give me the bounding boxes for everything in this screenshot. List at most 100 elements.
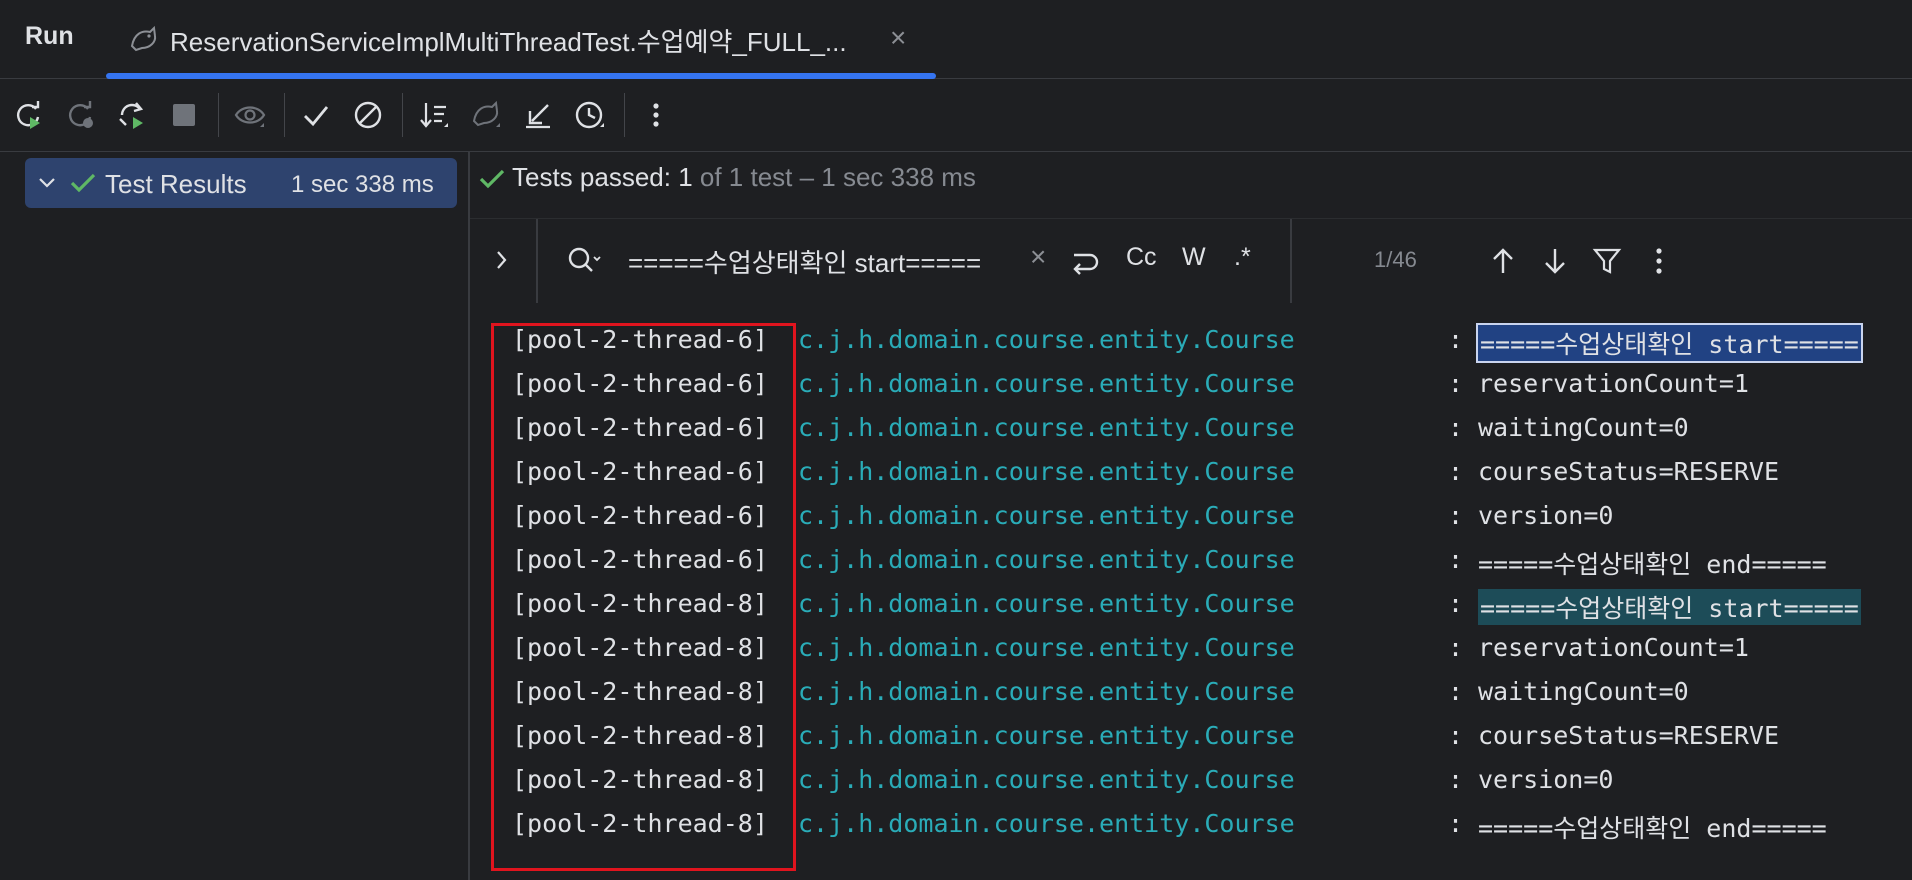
tree-item-label: Test Results — [105, 169, 247, 199]
log-separator: : — [1448, 545, 1464, 574]
collapse-icon[interactable] — [520, 97, 556, 133]
log-separator: : — [1448, 589, 1464, 618]
thread-name: [pool-2-thread-6] — [512, 413, 768, 442]
log-message: courseStatus=RESERVE — [1478, 721, 1780, 750]
logger-name: c.j.h.domain.course.entity.Course — [798, 633, 1295, 662]
new-line-match-icon[interactable] — [1068, 245, 1100, 282]
filter-icon[interactable] — [1592, 245, 1622, 282]
tree-item-test-results[interactable]: Test Results 1 sec 338 ms — [25, 158, 457, 208]
test-status-bar: Tests passed: 1 of 1 test – 1 sec 338 ms — [470, 152, 1912, 218]
run-tab-label: ReservationServiceImplMultiThreadTest.수업… — [170, 27, 847, 57]
log-message: waitingCount=0 — [1478, 677, 1689, 706]
thread-name: [pool-2-thread-8] — [512, 765, 768, 794]
thread-name: [pool-2-thread-8] — [512, 677, 768, 706]
console-line: [pool-2-thread-6] c.j.h.domain.course.ent… — [470, 407, 1912, 451]
log-separator: : — [1448, 765, 1464, 794]
console-line: [pool-2-thread-8] c.j.h.domain.course.ent… — [470, 583, 1912, 627]
logger-name: c.j.h.domain.course.entity.Course — [798, 325, 1295, 354]
search-divider — [1290, 219, 1292, 303]
logger-name: c.j.h.domain.course.entity.Course — [798, 369, 1295, 398]
rerun-auto-icon[interactable] — [114, 97, 150, 133]
log-separator: : — [1448, 325, 1464, 354]
history-icon[interactable] — [572, 97, 608, 133]
rerun-icon[interactable] — [10, 97, 46, 133]
log-separator: : — [1448, 413, 1464, 442]
toolbar-separator — [218, 93, 219, 137]
search-divider — [536, 219, 538, 303]
thread-name: [pool-2-thread-8] — [512, 809, 768, 838]
log-separator: : — [1448, 369, 1464, 398]
console-line: [pool-2-thread-8] c.j.h.domain.course.ent… — [470, 715, 1912, 759]
more-icon[interactable] — [638, 97, 674, 133]
thread-name: [pool-2-thread-8] — [512, 589, 768, 618]
thread-name: [pool-2-thread-6] — [512, 325, 768, 354]
console-output[interactable]: [pool-2-thread-6] c.j.h.domain.course.ent… — [470, 303, 1912, 880]
console-line: [pool-2-thread-8] c.j.h.domain.course.ent… — [470, 671, 1912, 715]
match-case-toggle[interactable]: Cc — [1126, 243, 1157, 272]
clear-search-icon[interactable]: × — [1030, 241, 1046, 273]
log-message-search-match: =====수업상태확인 start===== — [1478, 589, 1861, 625]
logger-name: c.j.h.domain.course.entity.Course — [798, 677, 1295, 706]
toolbar-separator — [624, 93, 625, 137]
console-line: [pool-2-thread-6] c.j.h.domain.course.ent… — [470, 451, 1912, 495]
close-tab-icon[interactable]: × — [890, 22, 906, 54]
console-line: [pool-2-thread-6] c.j.h.domain.course.ent… — [470, 319, 1912, 363]
chevron-right-icon[interactable] — [490, 247, 514, 278]
thread-name: [pool-2-thread-8] — [512, 633, 768, 662]
console-line: [pool-2-thread-6] c.j.h.domain.course.ent… — [470, 495, 1912, 539]
logger-name: c.j.h.domain.course.entity.Course — [798, 545, 1295, 574]
console-line: [pool-2-thread-8] c.j.h.domain.course.ent… — [470, 803, 1912, 847]
log-separator: : — [1448, 721, 1464, 750]
log-message-search-match: =====수업상태확인 start===== — [1476, 323, 1863, 363]
more-icon[interactable] — [1644, 245, 1674, 282]
chevron-down-icon[interactable] — [35, 170, 59, 201]
log-message: courseStatus=RESERVE — [1478, 457, 1780, 486]
log-separator: : — [1448, 501, 1464, 530]
log-message: =====수업상태확인 end===== — [1478, 550, 1827, 579]
logger-name: c.j.h.domain.course.entity.Course — [798, 721, 1295, 750]
passed-check-icon — [478, 166, 506, 197]
search-input[interactable] — [628, 241, 1008, 281]
log-message: waitingCount=0 — [1478, 413, 1689, 442]
thread-name: [pool-2-thread-8] — [512, 721, 768, 750]
show-passed-icon[interactable] — [232, 97, 268, 133]
log-separator: : — [1448, 809, 1464, 838]
thread-name: [pool-2-thread-6] — [512, 369, 768, 398]
search-match-count: 1/46 — [1374, 247, 1417, 272]
log-separator: : — [1448, 633, 1464, 662]
log-message: reservationCount=1 — [1478, 369, 1749, 398]
test-tree-panel: Test Results 1 sec 338 ms — [0, 152, 470, 880]
logger-name: c.j.h.domain.course.entity.Course — [798, 765, 1295, 794]
search-icon[interactable] — [566, 245, 602, 282]
import-tests-icon[interactable] — [468, 97, 504, 133]
tree-item-duration: 1 sec 338 ms — [291, 171, 434, 198]
logger-name: c.j.h.domain.course.entity.Course — [798, 589, 1295, 618]
tests-passed-label: Tests passed: 1 — [512, 162, 693, 192]
thread-name: [pool-2-thread-6] — [512, 457, 768, 486]
sort-icon[interactable] — [416, 97, 452, 133]
arrow-up-icon[interactable] — [1488, 245, 1518, 282]
log-message: reservationCount=1 — [1478, 633, 1749, 662]
test-run-icon — [128, 24, 160, 59]
log-separator: : — [1448, 457, 1464, 486]
show-ignored-icon[interactable] — [350, 97, 386, 133]
log-separator: : — [1448, 677, 1464, 706]
log-message: version=0 — [1478, 765, 1614, 794]
title-bar: Run ReservationServiceImplMultiThreadTes… — [0, 0, 1912, 79]
rerun-failed-icon[interactable] — [62, 97, 98, 133]
logger-name: c.j.h.domain.course.entity.Course — [798, 501, 1295, 530]
stop-icon[interactable] — [166, 97, 202, 133]
toolbar-separator — [402, 93, 403, 137]
run-toolbar — [0, 79, 1912, 152]
whole-words-toggle[interactable]: W — [1182, 243, 1206, 272]
arrow-down-icon[interactable] — [1540, 245, 1570, 282]
thread-name: [pool-2-thread-6] — [512, 545, 768, 574]
passed-check-icon — [69, 170, 97, 201]
run-tool-window-title: Run — [25, 22, 74, 50]
run-tab[interactable]: ReservationServiceImplMultiThreadTest.수업… — [106, 0, 936, 79]
console-line: [pool-2-thread-6] c.j.h.domain.course.ent… — [470, 539, 1912, 583]
show-passed-check-icon[interactable] — [298, 97, 334, 133]
console-line: [pool-2-thread-8] c.j.h.domain.course.ent… — [470, 627, 1912, 671]
console-line: [pool-2-thread-8] c.j.h.domain.course.ent… — [470, 759, 1912, 803]
regex-toggle[interactable]: .* — [1234, 243, 1251, 272]
